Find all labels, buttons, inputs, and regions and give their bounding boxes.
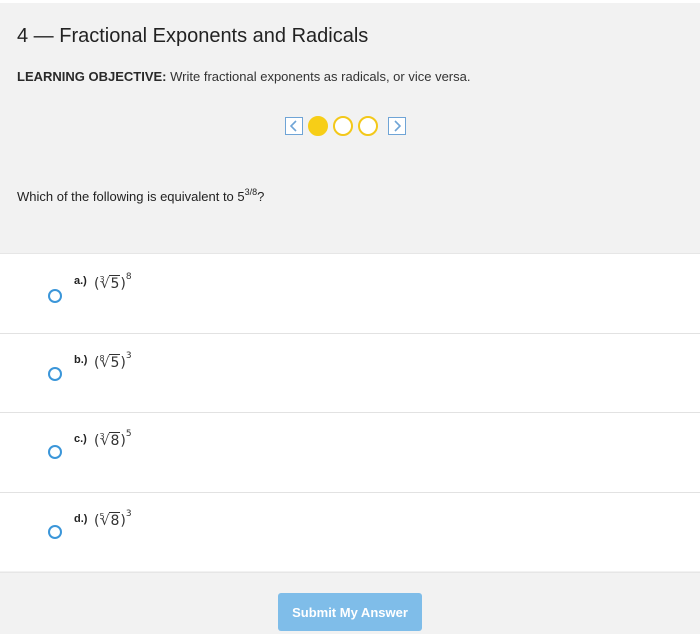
option-label-d: d.) <box>74 512 88 525</box>
power-d: 3 <box>125 508 132 519</box>
option-label-c: c.) <box>74 433 87 445</box>
question-text: Which of the following is equivalent to … <box>17 187 265 204</box>
chevron-right-icon <box>394 120 401 132</box>
question-base: 5 <box>237 189 245 204</box>
question-pager <box>285 115 406 137</box>
radio-button-b[interactable] <box>48 366 62 381</box>
power-b: 3 <box>125 350 132 361</box>
chevron-left-icon <box>290 120 297 132</box>
objective-label: LEARNING OBJECTIVE: <box>17 69 167 84</box>
objective-text: Write fractional exponents as radicals, … <box>170 69 471 84</box>
pager-dot-3[interactable] <box>358 116 378 136</box>
radio-button-a[interactable] <box>48 289 62 303</box>
option-expression-b: (8√5)3 <box>94 350 132 371</box>
option-expression-c: (3√8)5 <box>94 429 132 449</box>
submit-answer-button[interactable]: Submit My Answer <box>278 593 422 631</box>
radicand-d: 8 <box>109 511 121 529</box>
answer-option-a[interactable]: a.) (3√5)8 <box>0 253 700 333</box>
option-expression-a: (3√5)8 <box>94 272 132 292</box>
answer-options: a.) (3√5)8 b.) (8√5)3 c.) (3√8)5 d.) (5√… <box>0 253 700 571</box>
radicand-a: 5 <box>109 275 121 292</box>
radicand-b: 5 <box>109 353 121 371</box>
option-label-a: a.) <box>74 275 87 287</box>
footer-bar: Submit My Answer <box>0 572 700 634</box>
answer-option-c[interactable]: c.) (3√8)5 <box>0 412 700 492</box>
page-title: 4 — Fractional Exponents and Radicals <box>17 25 369 47</box>
learning-objective: LEARNING OBJECTIVE: Write fractional exp… <box>17 69 470 84</box>
question-end: ? <box>257 189 265 204</box>
answer-option-d[interactable]: d.) (5√8)3 <box>0 491 700 572</box>
power-a: 8 <box>125 272 132 282</box>
option-label-b: b.) <box>74 353 88 366</box>
pager-prev-button[interactable] <box>285 117 303 135</box>
radio-button-d[interactable] <box>48 524 62 539</box>
power-c: 5 <box>125 429 132 439</box>
pager-dot-2[interactable] <box>333 116 353 136</box>
option-expression-d: (5√8)3 <box>94 508 132 529</box>
radio-button-c[interactable] <box>48 445 62 459</box>
pager-next-button[interactable] <box>388 117 406 135</box>
lesson-header: 4 — Fractional Exponents and Radicals LE… <box>0 3 700 253</box>
radicand-c: 8 <box>109 432 121 449</box>
answer-option-b[interactable]: b.) (8√5)3 <box>0 332 700 413</box>
pager-dot-1[interactable] <box>308 116 328 136</box>
question-exponent: 3/8 <box>244 187 258 197</box>
question-prompt: Which of the following is equivalent to <box>17 189 238 204</box>
